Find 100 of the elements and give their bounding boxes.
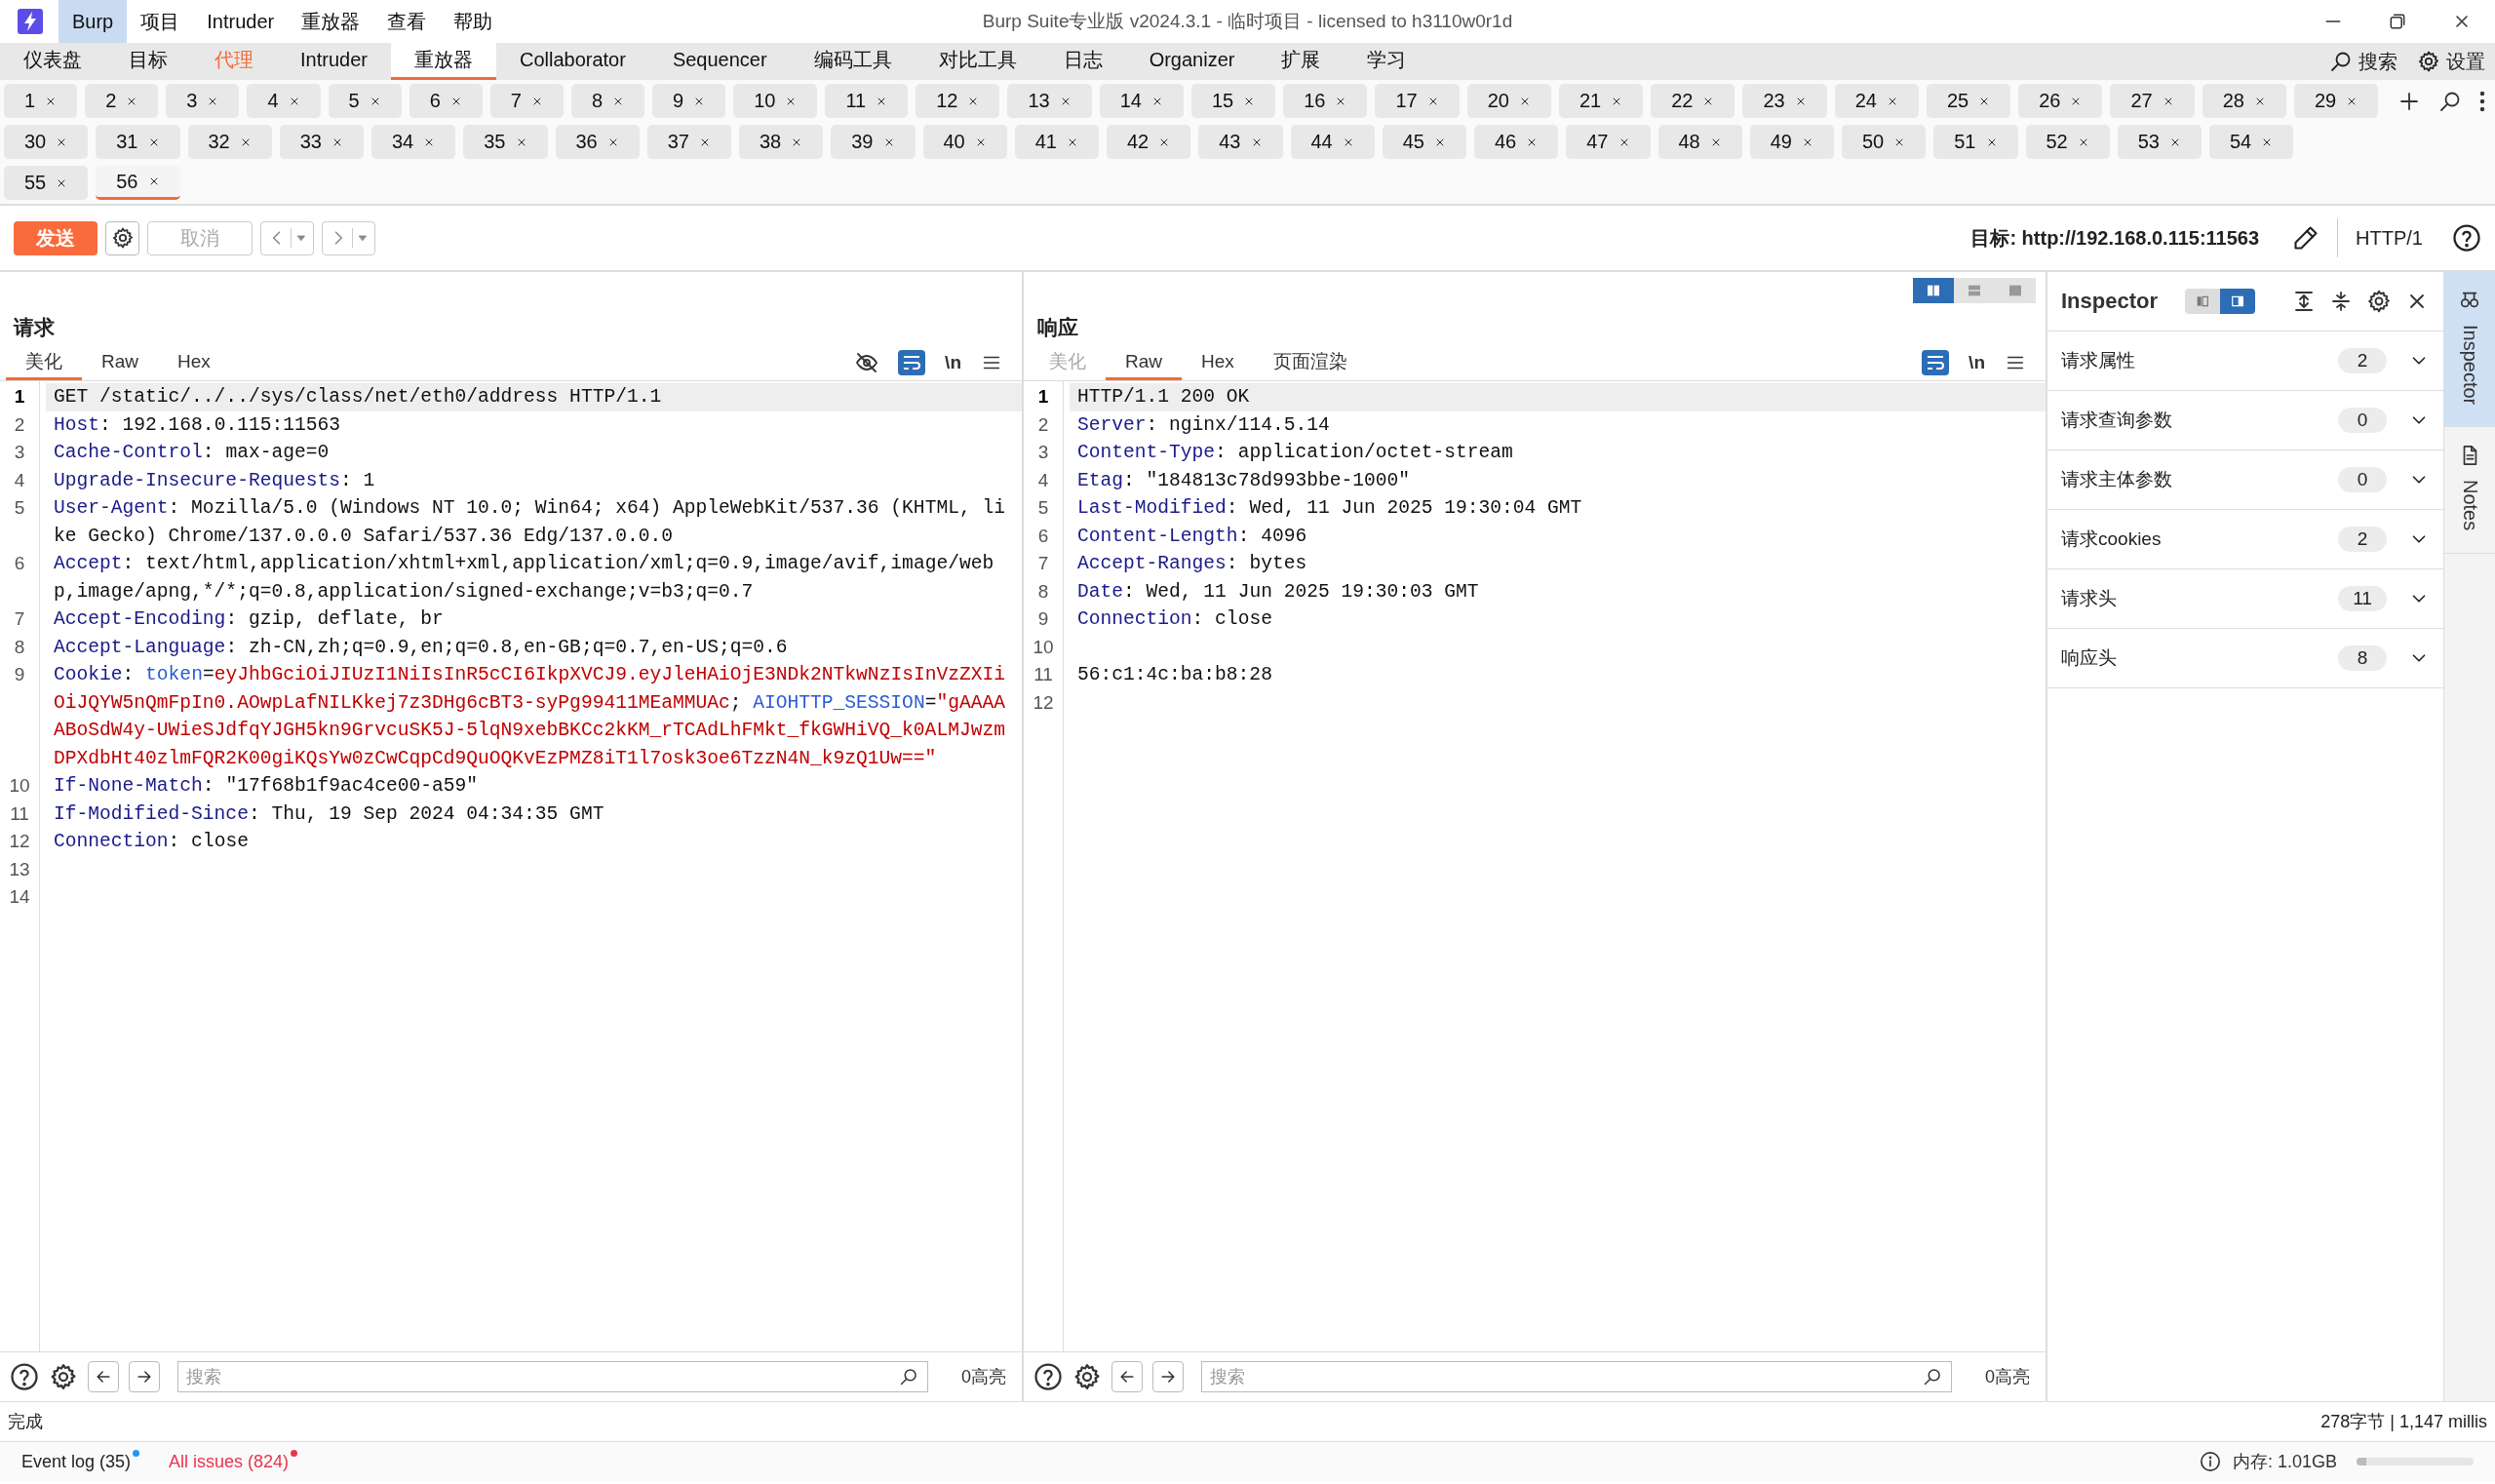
request-tab[interactable]: 28 xyxy=(2202,84,2286,118)
request-tab[interactable]: 48 xyxy=(1657,125,1742,159)
tool-tab[interactable]: 学习 xyxy=(1344,43,1430,80)
request-tab[interactable]: 3 xyxy=(166,84,240,118)
request-tab[interactable]: 6 xyxy=(409,84,483,118)
view-toggle[interactable] xyxy=(2220,289,2256,314)
word-wrap-icon[interactable] xyxy=(898,350,926,375)
tool-tab[interactable]: 日志 xyxy=(1039,43,1126,80)
settings-icon[interactable] xyxy=(2366,289,2393,314)
request-tab[interactable]: 21 xyxy=(1558,84,1644,118)
request-tab[interactable]: 52 xyxy=(2025,125,2110,159)
request-tab[interactable]: 1 xyxy=(4,84,78,118)
tool-tab[interactable]: Sequencer xyxy=(648,43,791,80)
request-tab[interactable]: 13 xyxy=(1007,84,1092,118)
search-field[interactable]: 搜索 xyxy=(1201,1361,1952,1392)
help-icon[interactable] xyxy=(2452,223,2481,253)
request-tab[interactable]: 41 xyxy=(1014,125,1099,159)
menu-item[interactable]: Intruder xyxy=(193,0,289,43)
view-tab[interactable]: Hex xyxy=(1182,345,1254,380)
side-tab[interactable]: Notes xyxy=(2444,427,2495,554)
request-tab[interactable]: 7 xyxy=(489,84,564,118)
tool-tab[interactable]: 目标 xyxy=(105,43,191,80)
request-tab[interactable]: 32 xyxy=(187,125,272,159)
back-button[interactable] xyxy=(1111,1361,1143,1392)
search-button[interactable]: 搜索 xyxy=(2320,43,2407,80)
inspector-section[interactable]: 请求cookies 2 xyxy=(2047,510,2443,569)
request-tab[interactable]: 44 xyxy=(1290,125,1375,159)
layout-button[interactable] xyxy=(1913,278,1954,303)
request-tab[interactable]: 5 xyxy=(328,84,402,118)
newline-toggle[interactable]: \n xyxy=(1969,352,1985,373)
request-tab[interactable]: 14 xyxy=(1099,84,1184,118)
request-tab[interactable]: 24 xyxy=(1834,84,1919,118)
inspector-section[interactable]: 请求属性 2 xyxy=(2047,332,2443,391)
menu-item[interactable]: 帮助 xyxy=(440,0,507,43)
help-icon[interactable] xyxy=(1033,1362,1063,1391)
tool-tab[interactable]: 编码工具 xyxy=(790,43,916,80)
request-tab[interactable]: 22 xyxy=(1651,84,1735,118)
request-tab[interactable]: 53 xyxy=(2117,125,2202,159)
request-tab[interactable]: 4 xyxy=(247,84,321,118)
request-tab[interactable]: 47 xyxy=(1566,125,1651,159)
request-tab[interactable]: 54 xyxy=(2209,125,2294,159)
request-tab[interactable]: 27 xyxy=(2110,84,2195,118)
help-icon[interactable] xyxy=(10,1362,39,1391)
request-tab[interactable]: 31 xyxy=(96,125,180,159)
info-icon[interactable] xyxy=(2199,1451,2221,1472)
search-field[interactable]: 搜索 xyxy=(177,1361,928,1392)
request-tab[interactable]: 51 xyxy=(1933,125,2018,159)
settings-icon[interactable] xyxy=(1072,1362,1102,1391)
request-tab[interactable]: 8 xyxy=(570,84,644,118)
request-tab[interactable]: 15 xyxy=(1190,84,1276,118)
forward-button[interactable] xyxy=(1152,1361,1184,1392)
tool-tab[interactable]: 扩展 xyxy=(1258,43,1345,80)
inspector-section[interactable]: 请求查询参数 0 xyxy=(2047,391,2443,450)
request-tab[interactable]: 36 xyxy=(555,125,640,159)
view-tab[interactable]: Raw xyxy=(1106,345,1182,380)
request-tab[interactable]: 49 xyxy=(1749,125,1834,159)
request-tab[interactable]: 56 xyxy=(96,166,180,200)
request-tab[interactable]: 45 xyxy=(1382,125,1466,159)
inspector-section[interactable]: 响应头 8 xyxy=(2047,629,2443,688)
request-tab[interactable]: 26 xyxy=(2018,84,2103,118)
settings-button[interactable] xyxy=(105,220,139,255)
request-tab[interactable]: 10 xyxy=(733,84,818,118)
request-tab[interactable]: 37 xyxy=(646,125,731,159)
footer-link[interactable]: Event log (35) xyxy=(21,1451,140,1472)
menu-item[interactable]: Burp xyxy=(58,0,128,43)
settings-button[interactable]: 设置 xyxy=(2407,43,2495,80)
view-tab[interactable]: 美化 xyxy=(6,345,82,380)
request-tab[interactable]: 17 xyxy=(1375,84,1460,118)
request-tab[interactable]: 20 xyxy=(1466,84,1551,118)
request-tab[interactable]: 35 xyxy=(463,125,548,159)
request-tab[interactable]: 33 xyxy=(279,125,364,159)
request-tab[interactable]: 16 xyxy=(1283,84,1368,118)
view-toggle[interactable] xyxy=(2185,289,2221,314)
request-tab[interactable]: 38 xyxy=(739,125,824,159)
request-tab[interactable]: 11 xyxy=(825,84,909,118)
request-tab[interactable]: 25 xyxy=(1926,84,2011,118)
request-tab[interactable]: 46 xyxy=(1474,125,1559,159)
menu-item[interactable]: 查看 xyxy=(373,0,441,43)
tool-tab[interactable]: 对比工具 xyxy=(915,43,1040,80)
request-tab[interactable]: 29 xyxy=(2293,84,2379,118)
newline-toggle[interactable]: \n xyxy=(945,352,961,373)
request-tab[interactable]: 40 xyxy=(922,125,1007,159)
request-tab[interactable]: 23 xyxy=(1742,84,1827,118)
request-tab[interactable]: 39 xyxy=(831,125,916,159)
protocol-label[interactable]: HTTP/1 xyxy=(2356,226,2423,250)
footer-link[interactable]: All issues (824) xyxy=(169,1451,298,1472)
request-tab[interactable]: 34 xyxy=(371,125,456,159)
restore-icon[interactable] xyxy=(2388,12,2407,31)
request-tab[interactable]: 2 xyxy=(85,84,159,118)
menu-item[interactable]: 项目 xyxy=(127,0,194,43)
forward-button[interactable] xyxy=(129,1361,160,1392)
inspector-section[interactable]: 请求头 11 xyxy=(2047,569,2443,629)
inspector-section[interactable]: 请求主体参数 0 xyxy=(2047,450,2443,510)
request-tab[interactable]: 12 xyxy=(916,84,1000,118)
pencil-icon[interactable] xyxy=(2292,224,2320,252)
tool-tab[interactable]: Collaborator xyxy=(495,43,649,80)
request-tab[interactable]: 43 xyxy=(1198,125,1283,159)
side-tab[interactable]: Inspector xyxy=(2444,272,2495,428)
back-button[interactable] xyxy=(88,1361,119,1392)
view-tab[interactable]: Raw xyxy=(82,345,158,380)
